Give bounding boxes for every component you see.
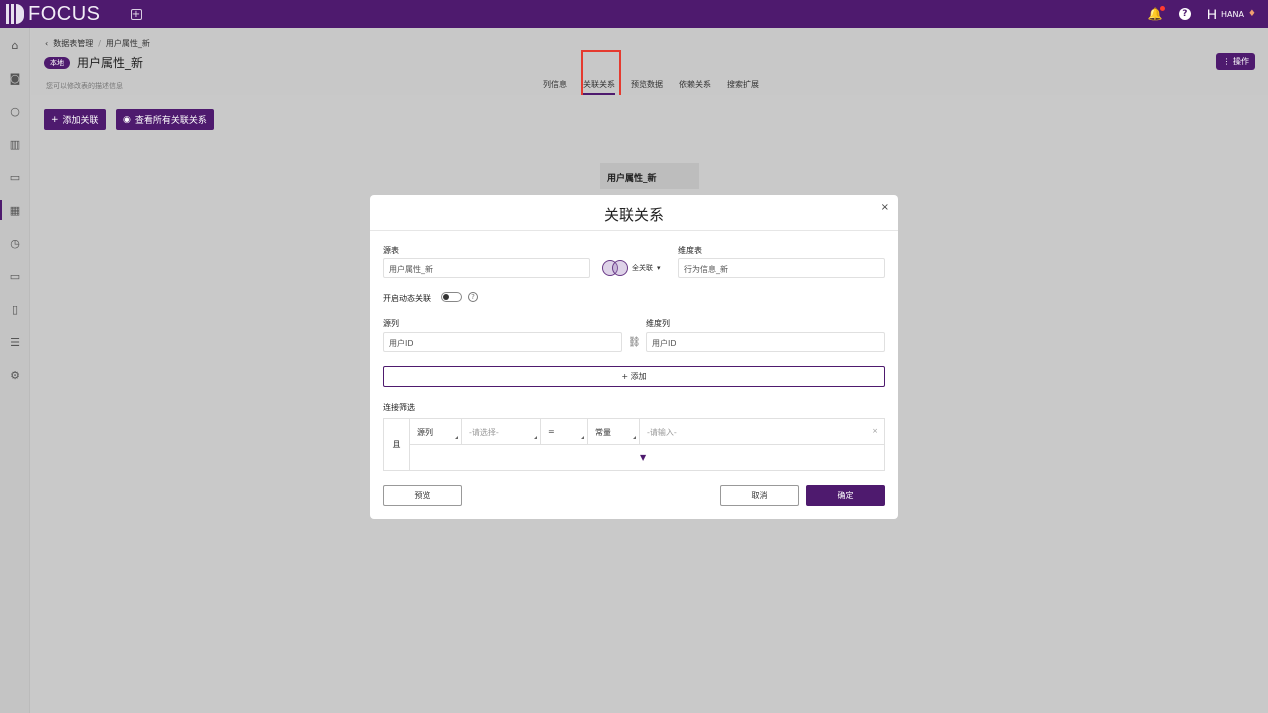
view-all-label: 查看所有关联关系 xyxy=(134,116,207,126)
table-node[interactable]: 用户属性_新 xyxy=(600,163,699,189)
expand-triangle-icon[interactable]: ▼ xyxy=(640,453,646,462)
filter-row: 源列 -请选择- = 常量 -请输入- × xyxy=(410,419,884,445)
eye-icon: ◉ xyxy=(123,114,131,125)
folder-icon[interactable]: ▭ xyxy=(0,264,30,288)
filter-column-select[interactable]: -请选择- xyxy=(462,419,541,445)
filter-column-placeholder: -请选择- xyxy=(469,428,499,437)
tab-preview-data[interactable]: 预览数据 xyxy=(631,79,663,95)
home-icon[interactable]: ⌂ xyxy=(0,33,30,57)
join-filter-label: 连接筛选 xyxy=(383,403,415,412)
chart-icon[interactable]: ▥ xyxy=(0,132,30,156)
filter-conjunction[interactable]: 且 xyxy=(384,419,410,470)
link-icon: ⛓ xyxy=(628,337,641,348)
add-relation-label: 添加关联 xyxy=(62,116,99,126)
filter-operator-select[interactable]: = xyxy=(541,419,588,445)
notification-bell-icon[interactable]: 🔔 xyxy=(1148,6,1165,21)
dashboard-icon[interactable]: ▭ xyxy=(0,165,30,189)
page-header: ‹ 数据表管理 / 用户属性_新 本地 用户属性_新 您可以修改表的描述信息 列… xyxy=(31,28,1268,95)
dialog-title: 关联关系 xyxy=(603,206,664,224)
notification-dot xyxy=(1159,6,1165,11)
sidebar: ⌂ ◙ ○ ▥ ▭ ▦ ◷ ▭ ▯ ☰ ⚙ xyxy=(0,28,30,713)
filter-column-type-select[interactable]: 源列 xyxy=(410,419,462,445)
tab-dependencies[interactable]: 依赖关系 xyxy=(679,79,711,95)
user-menu[interactable]: H HANA ♦ xyxy=(1207,6,1256,22)
dimension-column-field[interactable]: 用户ID xyxy=(646,332,885,352)
source-column-label: 源列 xyxy=(383,319,399,328)
breadcrumb-separator: / xyxy=(98,39,101,48)
source-table-field[interactable]: 用户属性_新 xyxy=(383,258,590,278)
breadcrumb: ‹ 数据表管理 / 用户属性_新 xyxy=(45,38,150,49)
join-type-selector[interactable]: 全关联 ▾ xyxy=(602,260,661,276)
confirm-button[interactable]: 确定 xyxy=(806,485,885,506)
filter-value-placeholder: -请输入- xyxy=(647,428,677,437)
add-column-pair-button[interactable]: + 添加 xyxy=(383,366,885,387)
add-relation-button[interactable]: + 添加关联 xyxy=(44,109,106,130)
filter-column-type: 源列 xyxy=(417,428,433,437)
operations-button[interactable]: ⋮ 操作 xyxy=(1216,53,1255,70)
back-chevron-icon[interactable]: ‹ xyxy=(45,39,48,48)
tab-bar: 列信息 关联关系 预览数据 依赖关系 搜索扩展 xyxy=(543,79,759,95)
clock-icon[interactable]: ◷ xyxy=(0,231,30,255)
dimension-table-label: 维度表 xyxy=(678,246,702,255)
logo-text: FOCUS xyxy=(28,2,101,25)
breadcrumb-parent[interactable]: 数据表管理 xyxy=(53,38,93,49)
caret-down-icon: ▾ xyxy=(657,264,661,272)
tab-column-info[interactable]: 列信息 xyxy=(543,79,567,95)
search-icon[interactable]: ○ xyxy=(0,99,30,123)
user-avatar: H xyxy=(1206,6,1217,22)
table-description[interactable]: 您可以修改表的描述信息 xyxy=(46,81,123,91)
close-icon[interactable]: × xyxy=(881,202,889,213)
logo-bars-icon xyxy=(6,4,24,24)
database-icon[interactable]: ☰ xyxy=(0,330,30,354)
view-all-relations-button[interactable]: ◉ 查看所有关联关系 xyxy=(116,109,214,130)
gem-icon: ♦ xyxy=(1247,9,1256,19)
join-filter-panel: 且 源列 -请选择- = 常量 -请输入- × ▼ xyxy=(383,418,885,471)
dimension-column-label: 维度列 xyxy=(646,319,670,328)
join-type-label: 全关联 xyxy=(632,264,653,272)
relation-dialog: 关联关系 × 源表 用户属性_新 全关联 ▾ 维度表 行为信息_新 开启动态关联… xyxy=(370,195,898,519)
breadcrumb-current: 用户属性_新 xyxy=(105,39,150,48)
table-icon[interactable]: ▦ xyxy=(0,198,30,222)
venn-join-icon xyxy=(602,260,628,276)
robot-icon[interactable]: ◙ xyxy=(0,66,30,90)
filter-value-input[interactable]: -请输入- × xyxy=(640,419,884,445)
dynamic-join-label: 开启动态关联 xyxy=(383,294,431,303)
help-icon[interactable]: ? xyxy=(1178,8,1191,20)
top-bar: FOCUS + 🔔 ? H HANA ♦ xyxy=(0,0,1268,28)
focus-logo[interactable]: FOCUS xyxy=(6,0,101,28)
dimension-table-field[interactable]: 行为信息_新 xyxy=(678,258,885,278)
page-title: 用户属性_新 xyxy=(77,56,144,70)
help-circle-icon[interactable]: ? xyxy=(468,292,478,302)
filter-value-type-select[interactable]: 常量 xyxy=(588,419,640,445)
new-tab-button[interactable]: + xyxy=(130,8,142,20)
source-table-label: 源表 xyxy=(383,246,399,255)
user-name: HANA xyxy=(1220,9,1244,19)
dialog-divider xyxy=(370,230,898,231)
filter-value-type: 常量 xyxy=(595,428,611,437)
settings-icon[interactable]: ⚙ xyxy=(0,363,30,387)
dynamic-join-toggle[interactable] xyxy=(441,292,462,302)
cancel-button[interactable]: 取消 xyxy=(720,485,799,506)
tab-search-extension[interactable]: 搜索扩展 xyxy=(727,79,759,95)
local-badge: 本地 xyxy=(44,56,70,69)
source-column-field[interactable]: 用户ID xyxy=(383,332,622,352)
clear-icon[interactable]: × xyxy=(872,427,878,435)
clipboard-icon[interactable]: ▯ xyxy=(0,297,30,321)
plus-icon: + xyxy=(51,114,59,125)
filter-operator: = xyxy=(548,427,555,436)
preview-button[interactable]: 预览 xyxy=(383,485,462,506)
